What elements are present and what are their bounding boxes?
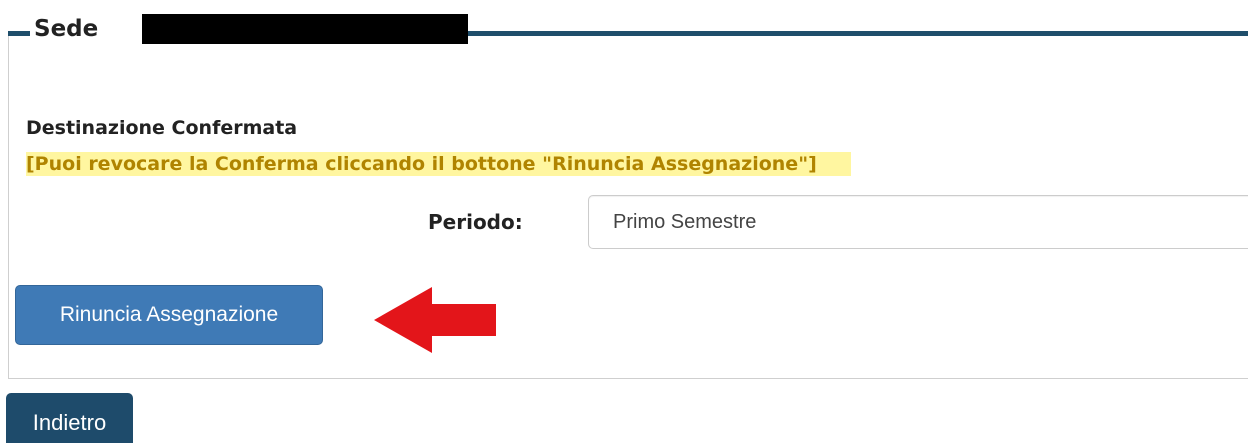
left-arrow-icon <box>374 287 496 353</box>
destination-status-title: Destinazione Confermata <box>26 117 298 139</box>
legend-line-left <box>8 31 30 36</box>
revoke-instruction-note: [Puoi revocare la Conferma cliccando il … <box>26 152 851 176</box>
sede-legend-title: Sede <box>34 16 99 42</box>
page: Sede Destinazione Confermata [Puoi revoc… <box>0 0 1248 443</box>
indietro-button[interactable]: Indietro <box>6 393 133 443</box>
periodo-label: Periodo: <box>428 210 523 234</box>
periodo-field[interactable]: Primo Semestre <box>588 195 1248 249</box>
rinuncia-assegnazione-button[interactable]: Rinuncia Assegnazione <box>15 285 323 345</box>
legend-line-right <box>466 31 1248 36</box>
periodo-value: Primo Semestre <box>613 211 757 233</box>
redacted-block <box>142 14 468 44</box>
